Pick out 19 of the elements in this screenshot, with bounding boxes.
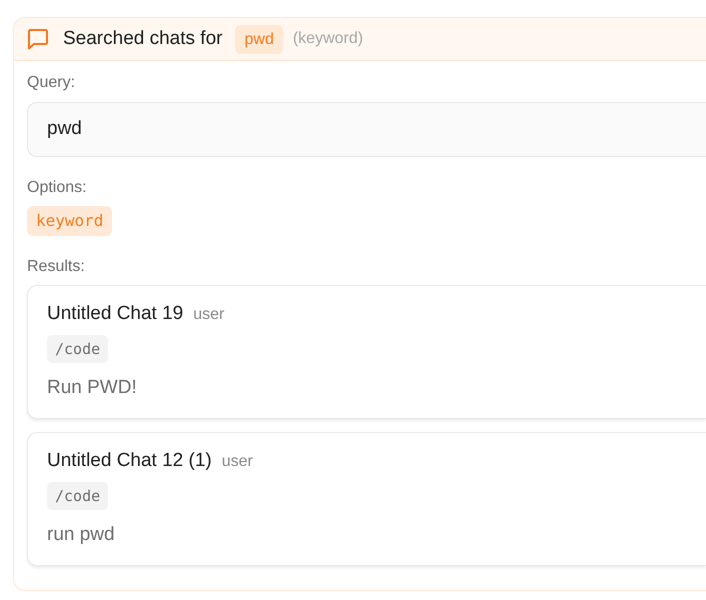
- result-message: Run PWD!: [47, 376, 138, 400]
- result-card[interactable]: Untitled Chat 12 (1) user /code run pwd: [27, 432, 706, 566]
- query-label: Query:: [27, 73, 76, 93]
- result-title: Untitled Chat 12 (1): [47, 449, 212, 473]
- chat-bubble-icon: [27, 28, 49, 50]
- result-title: Untitled Chat 19: [47, 302, 184, 326]
- results-label: Results:: [27, 257, 86, 277]
- command-tag: /code: [47, 482, 108, 510]
- result-role: user: [193, 305, 224, 325]
- result-role: user: [222, 452, 253, 472]
- query-badge: pwd: [235, 24, 283, 54]
- option-tag: keyword: [27, 206, 112, 236]
- options-label: Options:: [27, 178, 88, 198]
- command-tag: /code: [47, 335, 108, 363]
- result-message: run pwd: [47, 523, 116, 547]
- search-mode-label: (keyword): [292, 29, 364, 49]
- header-title: Searched chats for: [63, 26, 222, 51]
- result-card[interactable]: Untitled Chat 19 user /code Run PWD!: [27, 285, 706, 419]
- query-text: pwd: [47, 117, 82, 142]
